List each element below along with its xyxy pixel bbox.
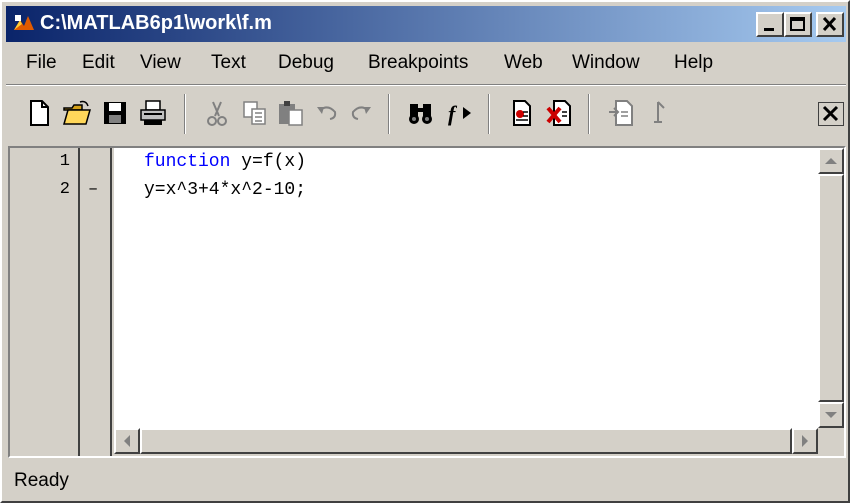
find-icon[interactable]	[406, 98, 436, 128]
code-text: y=f(x)	[230, 152, 307, 172]
code-line[interactable]: function y=f(x)	[144, 152, 306, 172]
toolbar-separator	[184, 94, 186, 134]
menu-bar: File Edit View Text Debug Breakpoints We…	[6, 46, 846, 80]
scrollbar-corner	[818, 428, 844, 454]
breakpoint-marker[interactable]: –	[88, 180, 98, 199]
print-icon[interactable]	[138, 98, 168, 128]
cut-icon[interactable]	[202, 98, 232, 128]
horizontal-scroll-thumb[interactable]	[140, 428, 792, 454]
editor-pane: 1 2 – function y=f(x) y=x^3+4*x^2-10;	[8, 146, 846, 458]
set-breakpoint-icon[interactable]	[506, 98, 536, 128]
scroll-up-button[interactable]	[818, 148, 844, 174]
line-number-gutter: 1 2	[10, 148, 80, 456]
line-number: 2	[59, 180, 70, 199]
close-toolbar-icon[interactable]	[818, 102, 844, 126]
save-icon[interactable]	[100, 98, 130, 128]
svg-text:f: f	[448, 101, 458, 126]
clear-breakpoint-icon[interactable]	[544, 98, 574, 128]
menu-edit[interactable]: Edit	[82, 52, 115, 74]
minimize-button[interactable]	[756, 12, 784, 37]
scroll-right-button[interactable]	[792, 428, 818, 454]
breakpoint-gutter[interactable]: –	[82, 148, 112, 456]
close-window-button[interactable]	[816, 12, 844, 37]
code-line[interactable]: y=x^3+4*x^2-10;	[144, 180, 306, 200]
menu-breakpoints[interactable]: Breakpoints	[368, 52, 468, 74]
editor-window: C:\MATLAB6p1\work\f.m File Edit View Tex…	[0, 0, 850, 503]
paste-icon[interactable]	[276, 98, 306, 128]
menu-divider	[6, 84, 846, 86]
horizontal-scrollbar[interactable]	[114, 428, 818, 454]
menu-window[interactable]: Window	[572, 52, 640, 74]
redo-icon[interactable]	[346, 98, 376, 128]
vertical-scroll-thumb[interactable]	[818, 174, 844, 402]
open-folder-icon[interactable]	[62, 98, 92, 128]
line-number: 1	[59, 152, 70, 171]
status-bar: Ready	[6, 462, 846, 500]
function-list-icon[interactable]: f	[444, 98, 474, 128]
scroll-down-button[interactable]	[818, 402, 844, 428]
menu-view[interactable]: View	[140, 52, 181, 74]
code-text: y=x^3+4*x^2-10;	[144, 180, 307, 200]
copy-icon[interactable]	[240, 98, 270, 128]
new-file-icon[interactable]	[24, 98, 54, 128]
step-in-icon[interactable]	[646, 98, 676, 128]
title-bar[interactable]: C:\MATLAB6p1\work\f.m	[6, 6, 846, 42]
undo-icon[interactable]	[312, 98, 342, 128]
maximize-button[interactable]	[784, 12, 812, 37]
toolbar-separator	[488, 94, 490, 134]
step-icon[interactable]	[606, 98, 636, 128]
menu-web[interactable]: Web	[504, 52, 543, 74]
toolbar-separator	[388, 94, 390, 134]
menu-debug[interactable]: Debug	[278, 52, 334, 74]
menu-file[interactable]: File	[26, 52, 57, 74]
toolbar: f	[6, 88, 846, 142]
menu-text[interactable]: Text	[211, 52, 246, 74]
scroll-left-button[interactable]	[114, 428, 140, 454]
vertical-scrollbar[interactable]	[818, 148, 844, 428]
code-text-area[interactable]: function y=f(x) y=x^3+4*x^2-10;	[114, 148, 818, 428]
window-title: C:\MATLAB6p1\work\f.m	[40, 12, 272, 34]
menu-help[interactable]: Help	[674, 52, 713, 74]
toolbar-separator	[588, 94, 590, 134]
keyword: function	[144, 152, 231, 172]
matlab-logo-icon	[12, 12, 36, 36]
status-text: Ready	[14, 470, 69, 491]
